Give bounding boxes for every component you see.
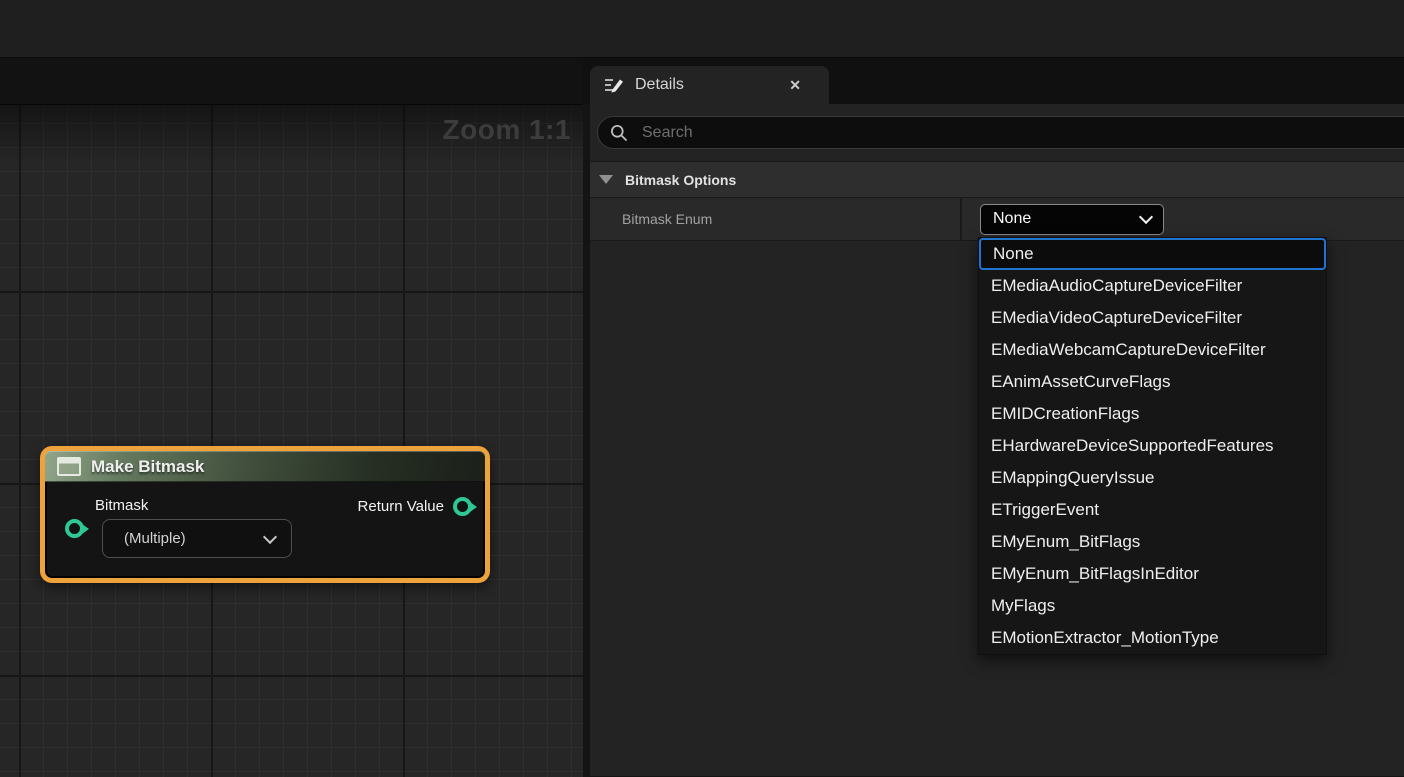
bitmask-value-dropdown[interactable]: (Multiple) — [102, 519, 292, 558]
search-field[interactable] — [597, 116, 1404, 149]
enum-option[interactable]: EMyEnum_BitFlags — [979, 526, 1326, 558]
bitmask-options-section-header[interactable]: Bitmask Options — [590, 161, 1404, 198]
collapse-triangle-icon — [599, 175, 613, 184]
zoom-indicator: Zoom 1:1 — [443, 114, 571, 146]
return-value-label: Return Value — [358, 498, 444, 515]
bitmask-value-label: (Multiple) — [124, 530, 186, 547]
enum-option[interactable]: None — [979, 238, 1326, 270]
search-row — [590, 104, 1404, 161]
enum-option[interactable]: ETriggerEvent — [979, 494, 1326, 526]
enum-option[interactable]: EMediaVideoCaptureDeviceFilter — [979, 302, 1326, 334]
enum-option[interactable]: EMIDCreationFlags — [979, 398, 1326, 430]
search-input[interactable] — [640, 123, 1264, 143]
enum-option[interactable]: EMappingQueryIssue — [979, 462, 1326, 494]
node-header[interactable]: Make Bitmask — [45, 451, 485, 482]
property-name-cell: Bitmask Enum — [590, 198, 962, 240]
bitmask-enum-combobox[interactable]: None — [980, 204, 1164, 235]
section-label: Bitmask Options — [625, 172, 736, 188]
graph-canvas[interactable]: Zoom 1:1 Make Bitmask Bitmask (Multiple)… — [0, 104, 583, 777]
enum-option[interactable]: EHardwareDeviceSupportedFeatures — [979, 430, 1326, 462]
enum-option[interactable]: EAnimAssetCurveFlags — [979, 366, 1326, 398]
return-value-output-pin[interactable] — [453, 497, 472, 516]
blueprint-graph-panel: Zoom 1:1 Make Bitmask Bitmask (Multiple)… — [0, 58, 583, 776]
bitmask-enum-row: Bitmask Enum None — [590, 198, 1404, 241]
make-bitmask-node[interactable]: Make Bitmask Bitmask (Multiple) Return V… — [40, 446, 490, 583]
bitmask-input-pin[interactable] — [65, 519, 84, 538]
enum-dropdown-list: NoneEMediaAudioCaptureDeviceFilterEMedia… — [978, 237, 1327, 655]
bitmask-enum-label: Bitmask Enum — [622, 211, 712, 227]
chevron-down-icon — [1139, 210, 1153, 224]
combobox-value: None — [993, 210, 1031, 228]
bitmask-pin-label: Bitmask — [95, 497, 148, 514]
search-icon — [610, 124, 628, 142]
details-icon — [604, 75, 624, 95]
details-tab[interactable]: Details ✕ — [590, 66, 829, 104]
enum-option[interactable]: EMyEnum_BitFlagsInEditor — [979, 558, 1326, 590]
enum-option[interactable]: EMediaWebcamCaptureDeviceFilter — [979, 334, 1326, 366]
close-icon[interactable]: ✕ — [789, 77, 801, 94]
node-title: Make Bitmask — [91, 457, 204, 477]
enum-option[interactable]: EMotionExtractor_MotionType — [979, 622, 1326, 654]
make-struct-icon — [57, 457, 81, 476]
top-bar — [0, 0, 1404, 58]
details-tab-bar: Details ✕ — [583, 58, 1404, 104]
enum-option[interactable]: EMediaAudioCaptureDeviceFilter — [979, 270, 1326, 302]
enum-option[interactable]: MyFlags — [979, 590, 1326, 622]
chevron-down-icon — [263, 529, 277, 543]
property-value-cell: None — [962, 198, 1404, 240]
details-tab-label: Details — [635, 76, 684, 94]
